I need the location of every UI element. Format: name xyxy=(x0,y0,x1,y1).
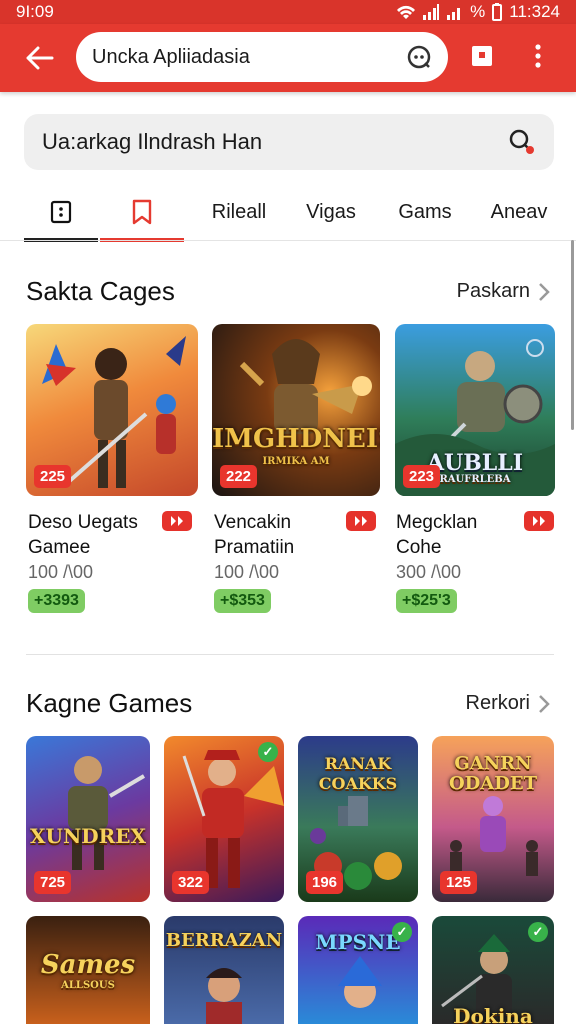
tile-badge: 196 xyxy=(306,871,344,894)
section1-title: Sakta Cages xyxy=(26,276,175,306)
signal-icon xyxy=(423,4,440,20)
search-field[interactable]: Ua:arkag Ilndrash Han xyxy=(24,114,554,170)
card-badge: 222 xyxy=(220,465,258,488)
tile-art-title: RANAK COAKKS xyxy=(318,754,398,793)
tab-rileall[interactable]: Rileall xyxy=(200,186,278,238)
tile-art-subtitle: ALLSOUS xyxy=(61,980,115,991)
video-badge[interactable] xyxy=(346,511,376,531)
tab-switcher-icon xyxy=(472,46,492,66)
url-text: Uncka Apliiadasia xyxy=(92,45,250,68)
section-divider xyxy=(26,654,554,655)
game-tile[interactable]: RANAK COAKKS 196 xyxy=(298,736,418,902)
app-bar: Uncka Apliiadasia xyxy=(0,24,576,92)
tile-badge: 725 xyxy=(34,871,72,894)
game-card-image[interactable]: IMGHDNEIS IRMIKA AM 222 xyxy=(212,324,380,496)
back-button[interactable] xyxy=(10,28,70,88)
tabs-divider xyxy=(0,240,576,241)
game-tile[interactable]: GANRN ODADET 125 xyxy=(432,736,554,902)
section1-more-link[interactable]: Paskarn xyxy=(457,280,550,303)
tile-badge: 322 xyxy=(172,871,210,894)
tab-vigas[interactable]: Vigas xyxy=(292,186,370,238)
game-card-title-line2: Cohe xyxy=(396,537,442,558)
section2-more-link[interactable]: Rerkori xyxy=(466,692,550,715)
game-card-image[interactable]: 225 xyxy=(26,324,198,496)
tabs-button[interactable] xyxy=(464,38,500,74)
game-card-price: 300 /\00 xyxy=(396,562,462,582)
section2-title: Kagne Games xyxy=(26,688,193,718)
video-badge[interactable] xyxy=(162,511,192,531)
battery-text: % xyxy=(470,2,486,21)
verified-check-icon: ✓ xyxy=(528,922,548,942)
section2-link-label: Rerkori xyxy=(465,692,530,714)
hero-art xyxy=(206,968,242,1024)
tab-device[interactable] xyxy=(24,186,98,238)
tab-bookmark[interactable] xyxy=(100,186,184,238)
game-tile[interactable]: MPSNE ✓ xyxy=(298,916,418,1024)
game-tile[interactable]: Sames ALLSOUS xyxy=(26,916,150,1024)
status-bar: 9I:09 % 11:324 xyxy=(0,0,576,24)
bookmark-icon xyxy=(132,199,152,225)
search-icon[interactable] xyxy=(508,128,536,156)
menu-button[interactable] xyxy=(520,38,556,74)
tab-gams[interactable]: Gams xyxy=(386,186,464,238)
tile-art-title: XUNDREX xyxy=(30,824,146,848)
back-arrow-icon xyxy=(26,46,54,70)
game-tile[interactable]: XUNDREX 725 xyxy=(26,736,150,902)
scrollbar[interactable] xyxy=(571,240,574,430)
status-icons: % 11:324 xyxy=(396,2,560,22)
verified-check-icon: ✓ xyxy=(392,922,412,942)
tile-art-title: Dokina xyxy=(453,1004,533,1024)
game-card-title-line1: Deso Uegats xyxy=(28,512,138,533)
wifi-icon xyxy=(397,5,416,19)
lens-icon[interactable] xyxy=(406,44,432,70)
tile-art-title: Sames xyxy=(40,950,136,980)
battery-icon xyxy=(492,3,503,21)
tile-badge: 125 xyxy=(440,871,478,894)
game-card-price-pill[interactable]: +3393 xyxy=(28,589,85,613)
chevron-right-icon xyxy=(539,282,550,301)
url-bar[interactable]: Uncka Apliiadasia xyxy=(76,32,448,82)
status-time: 9I:09 xyxy=(16,2,54,21)
game-card-title-line2: Gamee xyxy=(28,537,91,558)
play-icon xyxy=(533,516,545,526)
section1-link-label: Paskarn xyxy=(456,280,530,302)
card-badge: 223 xyxy=(403,465,441,488)
tab-aneav[interactable]: Aneav xyxy=(480,186,558,238)
card-badge: 225 xyxy=(34,465,72,488)
chevron-right-icon xyxy=(539,694,550,713)
device-icon xyxy=(50,200,72,224)
game-card-title-line1: Vencakin xyxy=(214,512,292,533)
game-tile[interactable]: Dokina ✓ xyxy=(432,916,554,1024)
verified-check-icon: ✓ xyxy=(258,742,278,762)
game-card-price-pill[interactable]: +$353 xyxy=(214,589,271,613)
game-tile[interactable]: ✓ 322 xyxy=(164,736,284,902)
card-art-title: IMGHDNEIS xyxy=(212,424,380,454)
game-card-price: 100 /\00 xyxy=(28,562,94,582)
game-card-title-line2: Pramatiin xyxy=(214,537,295,558)
status-clock: 11:324 xyxy=(509,2,560,21)
search-text: Ua:arkag Ilndrash Han xyxy=(42,129,263,154)
game-card-price-pill[interactable]: +$25'3 xyxy=(396,589,457,613)
play-icon xyxy=(355,516,367,526)
play-icon xyxy=(171,516,183,526)
game-tile[interactable]: BERRAZAN xyxy=(164,916,284,1024)
more-vert-icon xyxy=(535,44,541,68)
tile-art-title: GANRN ODADET xyxy=(449,753,537,794)
signal-icon-2 xyxy=(447,8,461,20)
category-tabs: Rileall Vigas Gams Aneav xyxy=(0,186,576,242)
game-card-price: 100 /\00 xyxy=(214,562,280,582)
game-card-title-line1: Megcklan xyxy=(396,512,478,533)
game-card-image[interactable]: AUBLLI RAUFRLEBA 223 xyxy=(395,324,555,496)
video-badge[interactable] xyxy=(524,511,554,531)
